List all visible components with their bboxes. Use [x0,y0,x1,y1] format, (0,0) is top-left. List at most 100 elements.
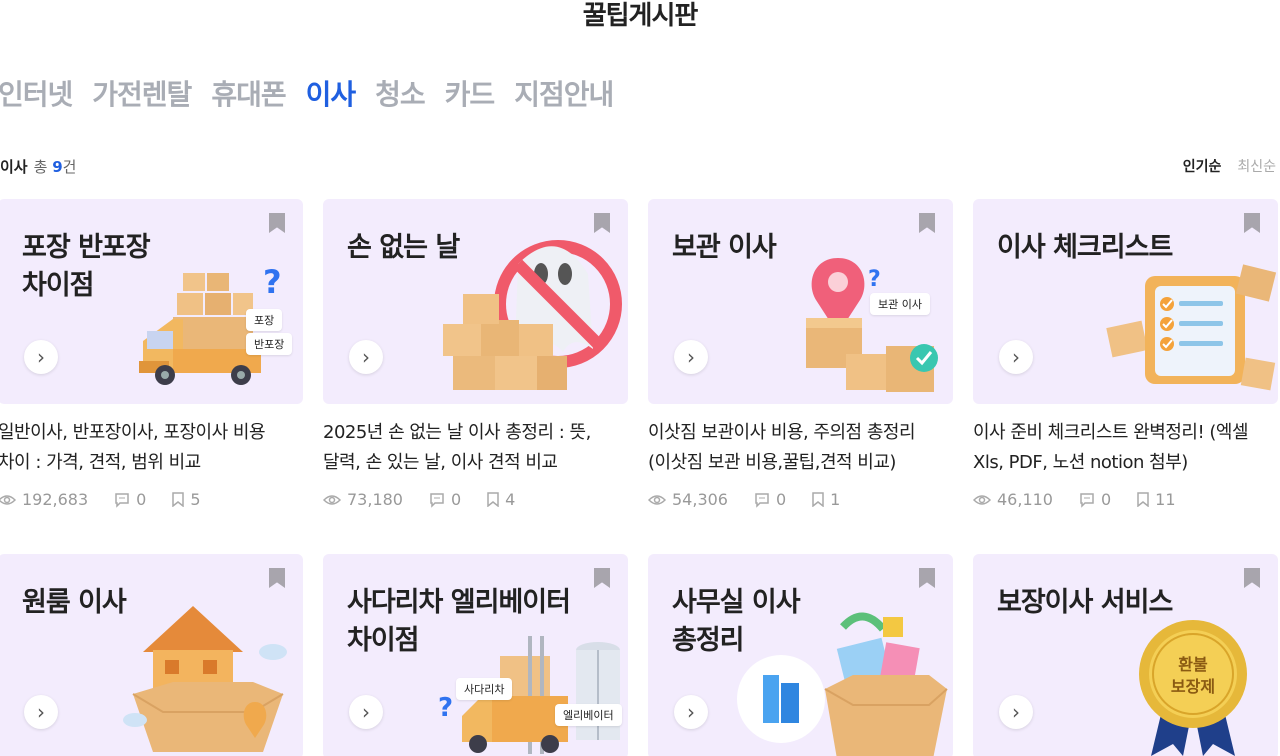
bookmark-count: 4 [487,490,515,509]
chip-storage-moving: 보관 이사 [870,293,930,315]
chip-packing: 포장 [246,309,283,331]
view-count-value: 192,683 [22,490,89,509]
tab-cleaning[interactable]: 청소 [375,76,426,114]
card-thumb-title: 손 없는 날 [347,232,460,263]
comment-count: 0 [754,490,786,509]
post-card[interactable]: 보관 이사 › ? 보관 이사 이삿짐 보관이사 비용, 주의점 총정리 (이삿… [648,199,953,509]
bookmark-outline-icon [172,492,185,507]
bookmark-count-value: 4 [505,490,516,509]
card-thumbnail[interactable]: 손 없는 날 › [323,199,628,404]
post-card[interactable]: 손 없는 날 › 2025년 손 없는 날 이사 총정리 : 뜻, 달력, 손 … [323,199,628,509]
page-title: 꿀팁게시판 [582,1,699,31]
card-thumb-title: 보관 이사 [672,232,777,263]
bookmark-count-value: 11 [1155,490,1176,509]
card-thumb-title: 보장이사 서비스 [997,587,1173,618]
view-count-value: 54,306 [672,490,728,509]
checklist-board-icon [1106,264,1277,391]
card-thumbnail[interactable]: 사다리차 엘리베이터 차이점 › ? 사다리차 엘리베이터 [323,554,628,756]
bookmark-icon[interactable] [919,213,935,233]
chevron-right-icon[interactable]: › [24,340,58,374]
chevron-right-icon[interactable]: › [674,340,708,374]
medal-text-line2: 보장제 [1171,677,1215,696]
bookmark-count-value: 5 [190,490,201,509]
post-card[interactable]: 이사 체크리스트 › 이사 준비 체크리스트 완벽정리! (엑셀 Xls, PD… [973,199,1278,509]
view-count-value: 46,110 [997,490,1053,509]
chip-ladder-truck: 사다리차 [456,678,513,700]
card-thumbnail[interactable]: 사무실 이사 총정리 › [648,554,953,756]
post-card[interactable]: 원룸 이사 › [0,554,303,756]
gold-medal-icon: 환불 보장제 [1139,620,1247,756]
card-description[interactable]: 일반이사, 반포장이사, 포장이사 비용 차이 : 가격, 견적, 범위 비교 [0,418,303,478]
chip-half-packing: 반포장 [246,333,293,355]
card-thumbnail[interactable]: 보관 이사 › ? 보관 이사 [648,199,953,404]
svg-text:?: ? [438,693,453,723]
total-prefix: 총 [33,158,48,176]
post-card[interactable]: 사다리차 엘리베이터 차이점 › ? 사다리차 엘리베이터 [323,554,628,756]
comment-count: 0 [429,490,461,509]
comment-icon [430,492,444,508]
bookmark-count: 11 [1137,490,1176,509]
sort-popular-button[interactable]: 인기순 [1183,156,1222,176]
bookmark-icon[interactable] [1244,213,1260,233]
bookmark-icon[interactable] [919,568,935,588]
bookmark-icon[interactable] [594,213,610,233]
bookmark-count: 1 [812,490,840,509]
view-count-value: 73,180 [347,490,403,509]
tab-branch-info[interactable]: 지점안내 [514,76,614,114]
view-count: 192,683 [0,490,88,509]
card-thumbnail[interactable]: 보장이사 서비스 › 환불 보장제 [973,554,1278,756]
post-card[interactable]: 보장이사 서비스 › 환불 보장제 [973,554,1278,756]
bookmark-icon[interactable] [594,568,610,588]
card-thumb-title: 사다리차 엘리베이터 차이점 [347,587,571,656]
view-count: 54,306 [648,490,728,509]
tab-phone[interactable]: 휴대폰 [211,76,286,114]
chevron-right-icon[interactable]: › [999,340,1033,374]
tab-appliance-rental[interactable]: 가전렌탈 [92,76,192,114]
chevron-right-icon[interactable]: › [24,695,58,729]
post-card[interactable]: 포장 반포장 차이점 › ? 포장 반포장 일반이사, 반포장이사, 포장이사 … [0,199,303,509]
svg-text:?: ? [263,263,282,301]
total-suffix: 건 [62,158,77,176]
sort-latest-button[interactable]: 최신순 [1237,156,1276,176]
chevron-right-icon[interactable]: › [999,695,1033,729]
card-thumbnail[interactable]: 이사 체크리스트 › [973,199,1278,404]
bookmark-outline-icon [812,492,824,507]
chevron-right-icon[interactable]: › [349,695,383,729]
card-thumb-title: 이사 체크리스트 [997,232,1173,263]
view-count: 46,110 [973,490,1053,509]
card-description[interactable]: 이사 준비 체크리스트 완벽정리! (엑셀 Xls, PDF, 노션 notio… [973,418,1278,478]
card-thumb-title: 사무실 이사 총정리 [672,587,801,656]
card-thumbnail[interactable]: 포장 반포장 차이점 › ? 포장 반포장 [0,199,303,404]
eye-icon [648,494,666,505]
card-thumb-title: 원룸 이사 [22,587,127,618]
bookmark-outline-icon [487,492,499,507]
card-stats: 46,110 0 11 [973,490,1278,509]
card-thumbnail[interactable]: 원룸 이사 › [0,554,303,756]
card-description[interactable]: 2025년 손 없는 날 이사 총정리 : 뜻, 달력, 손 있는 날, 이사 … [323,418,628,478]
medal-text-line1: 환불 [1178,655,1208,674]
card-description[interactable]: 이삿짐 보관이사 비용, 주의점 총정리 (이삿짐 보관 비용,꿀팁,견적 비교… [648,418,953,478]
bookmark-icon[interactable] [269,213,285,233]
result-count: 이사 총 9건 [0,156,76,177]
svg-text:?: ? [868,267,881,292]
card-thumb-title: 포장 반포장 차이점 [22,232,151,301]
tab-internet[interactable]: 인터넷 [0,76,73,114]
sort-options: 인기순 최신순 [1183,156,1276,176]
eye-icon [323,494,341,505]
bookmark-count-value: 1 [830,490,841,509]
chevron-right-icon[interactable]: › [349,340,383,374]
tab-card[interactable]: 카드 [445,76,496,114]
bookmark-icon[interactable] [1244,568,1260,588]
chevron-right-icon[interactable]: › [674,695,708,729]
post-card[interactable]: 사무실 이사 총정리 › [648,554,953,756]
eye-icon [0,494,16,505]
category-tabs: 인터넷 가전렌탈 휴대폰 이사 청소 카드 지점안내 [0,76,633,114]
comment-count: 0 [114,490,146,509]
bookmark-icon[interactable] [269,568,285,588]
view-count: 73,180 [323,490,403,509]
comment-count-value: 0 [450,490,462,509]
bookmark-outline-icon [1137,492,1149,507]
tab-moving[interactable]: 이사 [306,76,357,114]
comment-count-value: 0 [136,490,147,509]
bookmark-count: 5 [172,490,201,509]
